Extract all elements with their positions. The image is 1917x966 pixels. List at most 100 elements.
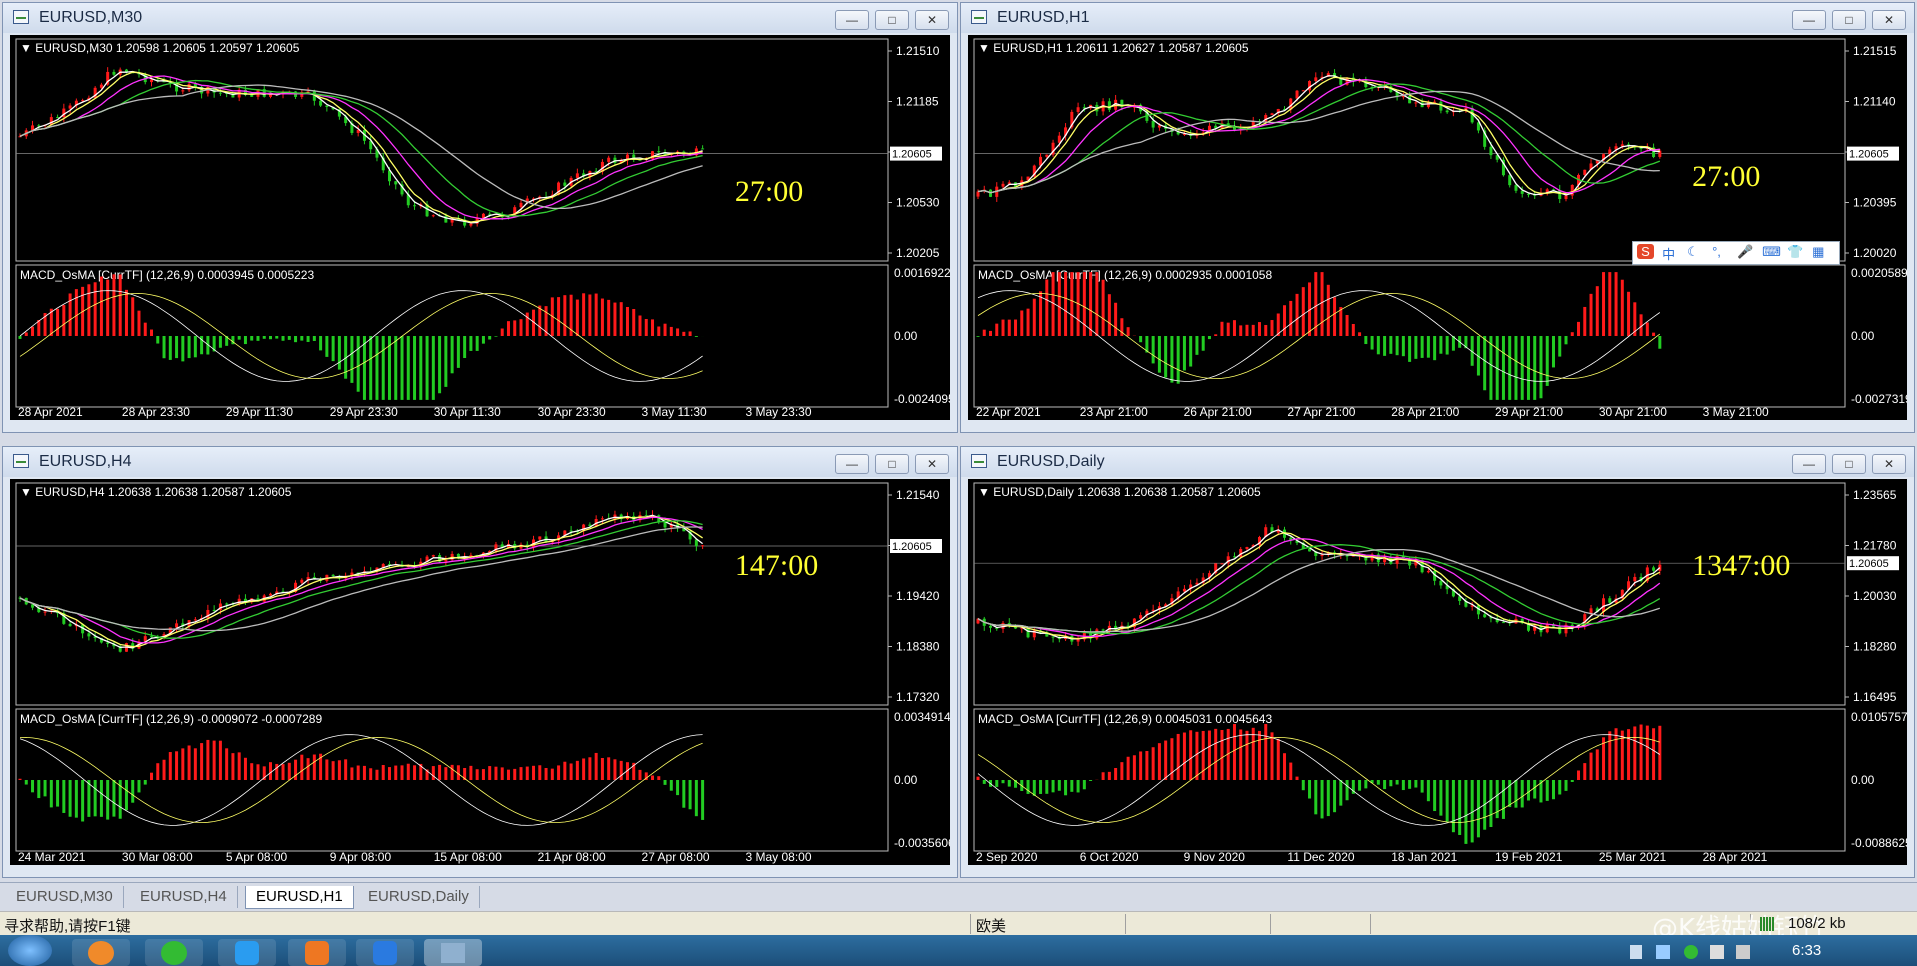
maximize-button[interactable]: □ [875,10,909,30]
tab-eurusd-h4[interactable]: EURUSD,H4 [130,886,238,908]
time-axis-label: 9 Apr 08:00 [330,850,392,864]
macd-header: MACD_OsMA [CurrTF] (12,26,9) 0.0045031 0… [978,712,1272,726]
macd-level-label: 0.00 [1851,773,1875,787]
macd-level-label: 0.0016922 [894,266,950,280]
ime-item[interactable]: ☾ [1687,244,1699,260]
ime-item[interactable]: ⌨ [1762,244,1781,260]
wechat-taskbar-icon[interactable] [145,939,203,966]
status-bar: 寻求帮助,请按F1键 欧美 @K线姑姑钰竹 108/2 kb [0,911,1917,944]
ime-item[interactable]: 👕 [1787,244,1803,260]
profile-name: 欧美 [976,918,1007,935]
price-chart[interactable]: ▼ EURUSD,H1 1.20611 1.20627 1.20587 1.20… [968,35,1907,420]
tray-icon[interactable] [1710,945,1724,959]
chart-window-icon [13,454,29,468]
time-axis-label: 11 Dec 2020 [1287,850,1354,864]
tray-icon[interactable] [1630,945,1642,959]
macd-header: MACD_OsMA [CurrTF] (12,26,9) -0.0009072 … [20,712,322,726]
macd-level-label: -0.0024095 [894,392,950,406]
bar-countdown: 27:00 [734,175,804,208]
time-axis-label: 3 May 11:30 [642,405,707,419]
chart-canvas[interactable]: ▼ EURUSD,Daily 1.20638 1.20638 1.20587 1… [968,479,1907,865]
price-chart[interactable]: ▼ EURUSD,Daily 1.20638 1.20638 1.20587 1… [968,479,1907,865]
chart-canvas[interactable]: ▼ EURUSD,H1 1.20611 1.20627 1.20587 1.20… [968,35,1907,420]
time-axis-label: 19 Feb 2021 [1495,850,1563,864]
price-chart[interactable]: ▼ EURUSD,H4 1.20638 1.20638 1.20587 1.20… [10,479,950,865]
chart-window-m30[interactable]: EURUSD,M30 — □ ✕ ▼ EURUSD,M30 1.20598 1.2060… [2,2,958,433]
start-button[interactable] [8,935,52,966]
minimize-button[interactable]: — [835,454,869,474]
browser-taskbar-icon[interactable] [72,939,130,966]
bar-countdown: 147:00 [734,549,819,582]
tab-eurusd-m30[interactable]: EURUSD,M30 [6,886,124,908]
tab-eurusd-h1[interactable]: EURUSD,H1 [245,886,354,909]
minimize-button[interactable]: — [1792,10,1826,30]
time-axis-label: 2 Sep 2020 [976,850,1038,864]
ime-item[interactable]: 🎤 [1737,244,1753,260]
price-level-label: 1.19420 [896,589,940,603]
price-level-label: 1.17320 [896,690,940,704]
ime-item[interactable]: °, [1712,244,1721,259]
time-axis-label: 3 May 23:30 [745,405,811,419]
window-titlebar[interactable]: EURUSD,H4 — □ ✕ [3,447,957,477]
app3-taskbar-icon[interactable] [356,939,414,966]
price-level-label: 1.21510 [896,44,940,58]
ime-toolbar[interactable]: S 中 ☾ °, 🎤 ⌨ 👕 ▦ [1632,241,1841,265]
maximize-button[interactable]: □ [1832,10,1866,30]
chart-window-icon [971,454,987,468]
current-price-label: 1.20605 [892,541,932,553]
chart-window-h4[interactable]: EURUSD,H4 — □ ✕ ▼ EURUSD,H4 1.20638 1.20638 … [2,446,958,878]
time-axis-label: 3 May 08:00 [745,850,811,864]
window-titlebar[interactable]: EURUSD,Daily — □ ✕ [961,447,1914,477]
macd-header: MACD_OsMA [CurrTF] (12,26,9) 0.0002935 0… [978,268,1272,282]
minimize-button[interactable]: — [1792,454,1826,474]
price-chart[interactable]: ▼ EURUSD,M30 1.20598 1.20605 1.20597 1.2… [10,35,950,420]
price-level-label: 1.20205 [896,246,940,260]
maximize-button[interactable]: □ [1832,454,1866,474]
chart-header: ▼ EURUSD,H1 1.20611 1.20627 1.20587 1.20… [978,41,1249,55]
tray-icon[interactable] [1656,945,1670,959]
ime-item[interactable]: ▦ [1812,244,1824,260]
chart-window-d1[interactable]: EURUSD,Daily — □ ✕ ▼ EURUSD,Daily 1.20638 1.… [960,446,1915,878]
time-axis-label: 29 Apr 21:00 [1495,405,1563,419]
chart-header: ▼ EURUSD,Daily 1.20638 1.20638 1.20587 1… [978,485,1261,499]
chart-header: ▼ EURUSD,M30 1.20598 1.20605 1.20597 1.2… [20,41,300,55]
price-level-label: 1.21780 [1853,539,1897,553]
chart-header: ▼ EURUSD,H4 1.20638 1.20638 1.20587 1.20… [20,485,292,499]
chart-canvas[interactable]: ▼ EURUSD,H4 1.20638 1.20638 1.20587 1.20… [10,479,950,865]
close-button[interactable]: ✕ [1872,454,1906,474]
chart-window-h1[interactable]: EURUSD,H1 — □ ✕ ▼ EURUSD,H1 1.20611 1.20627 … [960,2,1915,433]
app2-taskbar-icon[interactable] [288,939,346,966]
price-level-label: 1.18380 [896,640,940,654]
close-button[interactable]: ✕ [915,454,949,474]
maximize-button[interactable]: □ [875,454,909,474]
clock[interactable]: 6:33 [1792,942,1821,959]
macd-level-label: 0.00 [1851,329,1875,343]
chart-canvas[interactable]: ▼ EURUSD,M30 1.20598 1.20605 1.20597 1.2… [10,35,950,420]
app-taskbar-icon[interactable] [218,939,276,966]
time-axis-label: 30 Apr 21:00 [1599,405,1667,419]
time-axis-label: 26 Apr 21:00 [1184,405,1252,419]
tray-icon[interactable] [1684,945,1698,959]
close-button[interactable]: ✕ [1872,10,1906,30]
ime-item[interactable]: S [1637,244,1654,259]
time-axis-label: 27 Apr 21:00 [1287,405,1355,419]
close-button[interactable]: ✕ [915,10,949,30]
time-axis-label: 24 Mar 2021 [18,850,86,864]
window-titlebar[interactable]: EURUSD,M30 — □ ✕ [3,3,957,33]
help-hint: 寻求帮助,请按F1键 [4,918,131,935]
ime-item[interactable]: 中 [1662,244,1675,263]
window-titlebar[interactable]: EURUSD,H1 — □ ✕ [961,3,1914,33]
time-axis-label: 30 Apr 11:30 [434,405,501,419]
metatrader-taskbar-icon[interactable] [424,939,482,966]
macd-level-label: 0.0020589 [1851,266,1907,280]
time-axis-label: 28 Apr 2021 [1703,850,1768,864]
price-level-label: 1.18280 [1853,640,1897,654]
tab-eurusd-daily[interactable]: EURUSD,Daily [358,886,480,908]
window-title: EURUSD,H4 [39,453,132,470]
macd-level-label: 0.0034914 [894,710,950,724]
minimize-button[interactable]: — [835,10,869,30]
bar-countdown: 27:00 [1692,160,1761,193]
window-title: EURUSD,M30 [39,9,143,26]
macd-header: MACD_OsMA [CurrTF] (12,26,9) 0.0003945 0… [20,268,314,282]
tray-icon[interactable] [1736,945,1750,959]
